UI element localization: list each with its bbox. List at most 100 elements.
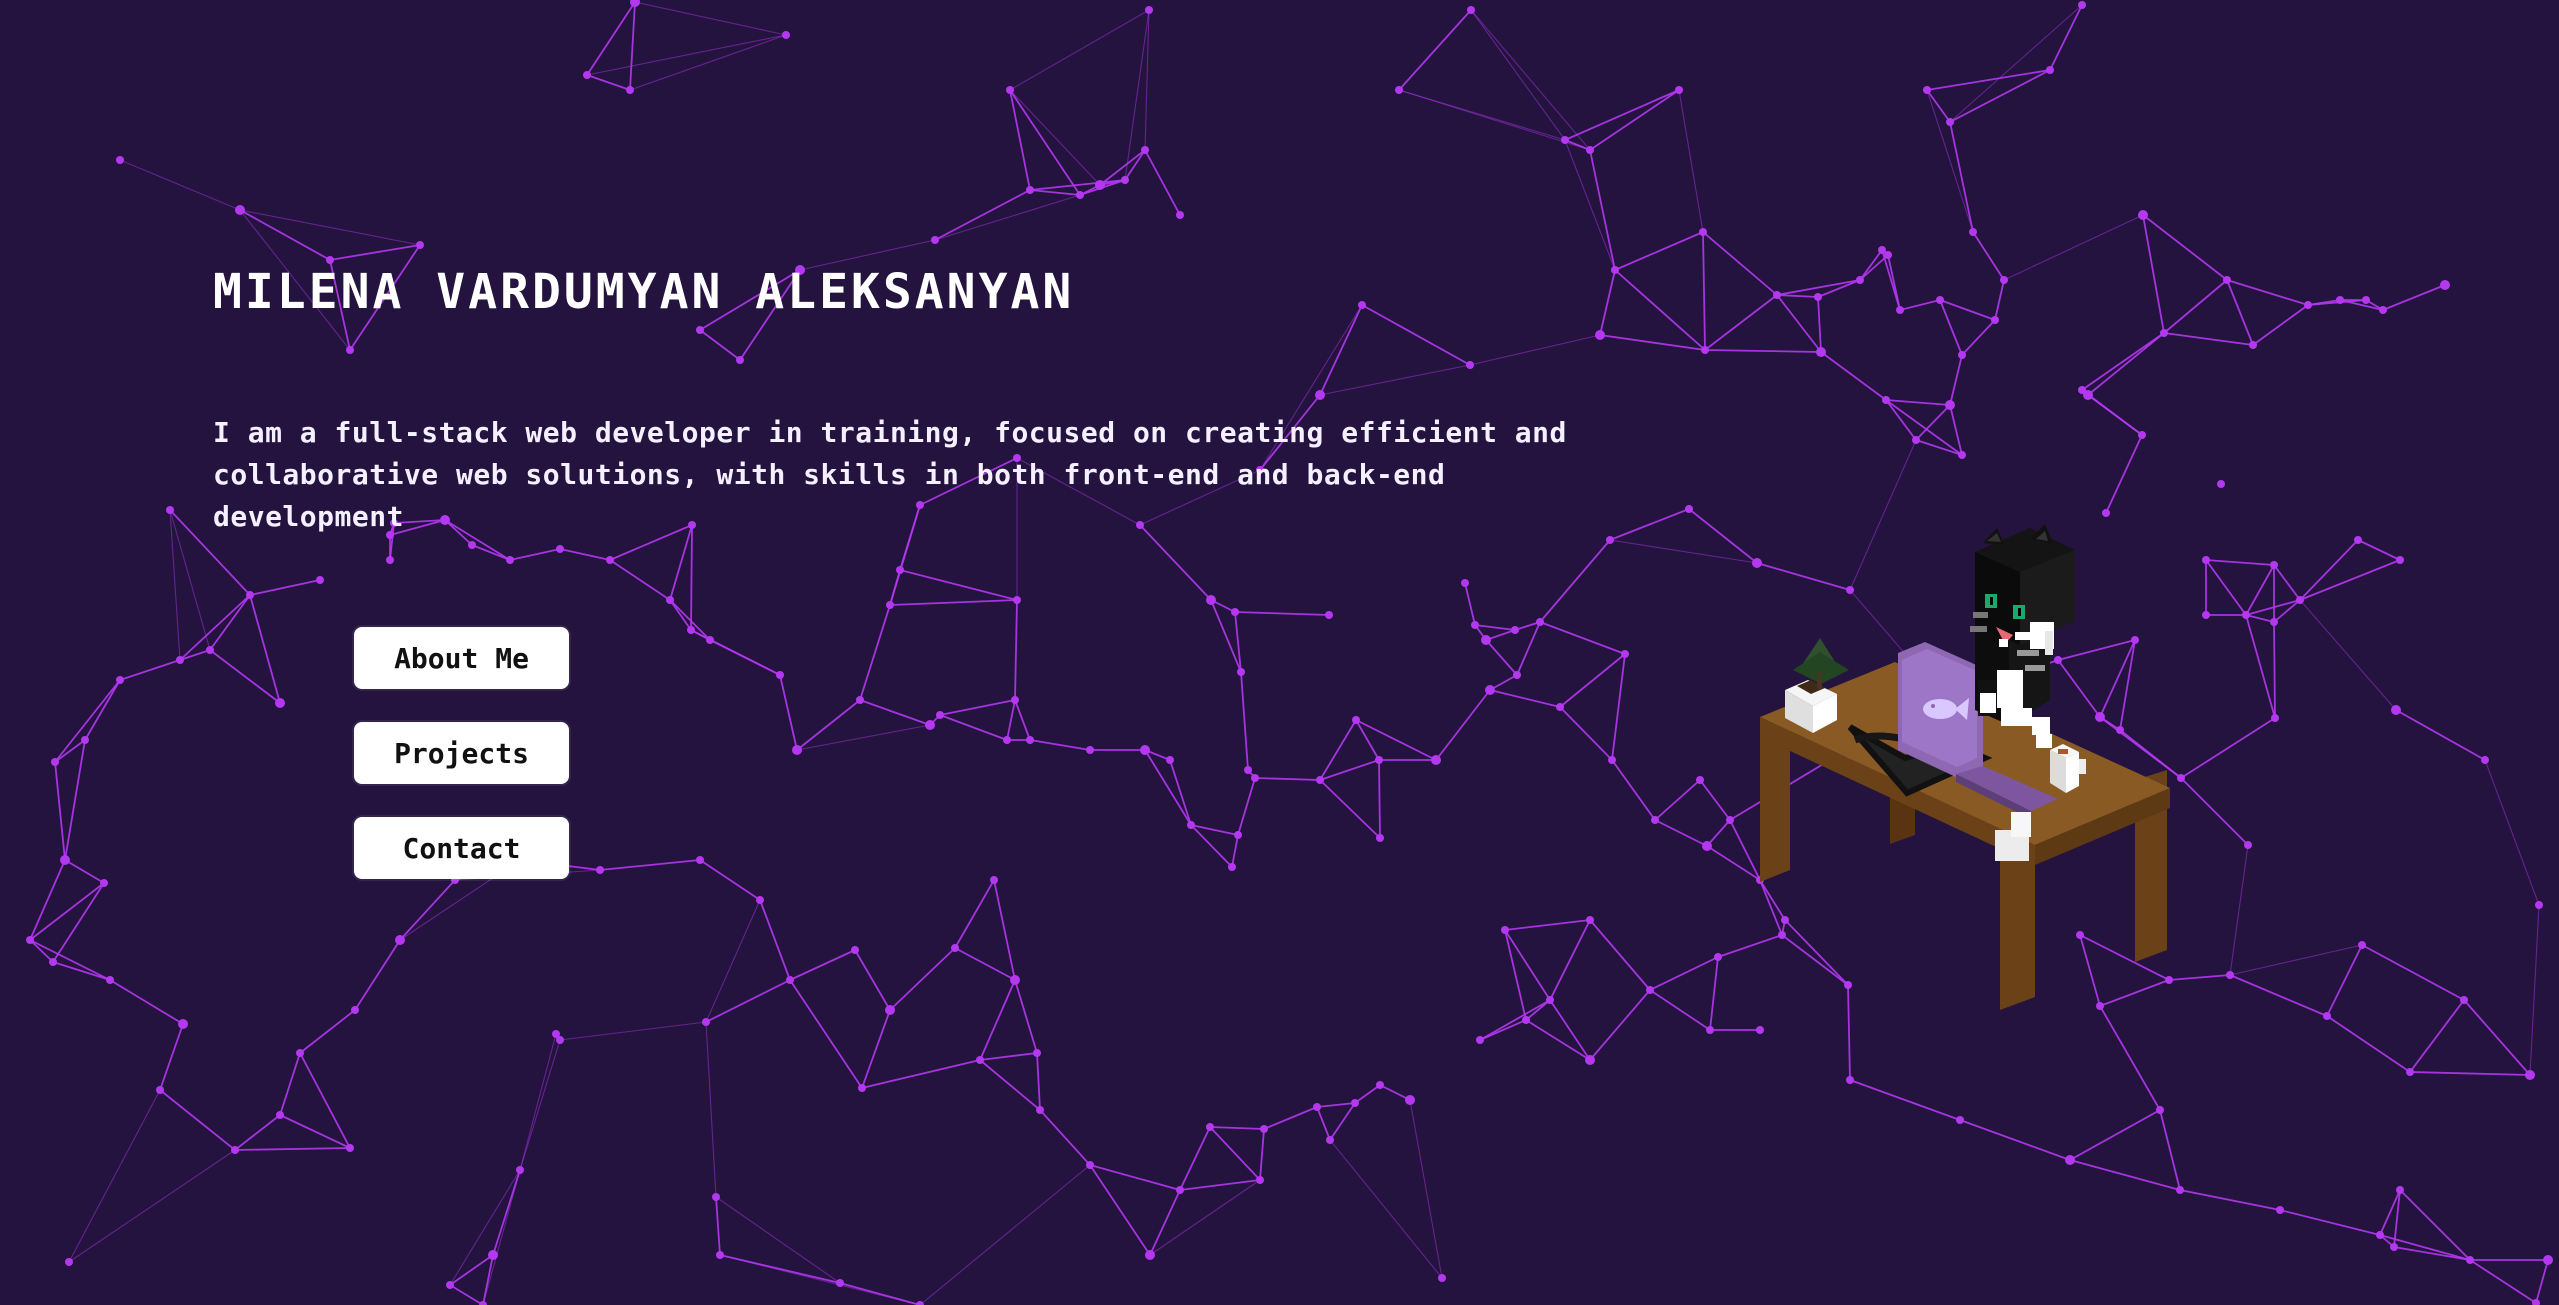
contact-button[interactable]: Contact [354,817,569,879]
network-node [506,556,514,564]
network-link [669,599,711,641]
network-node [1461,579,1469,587]
network-link [919,1164,1091,1305]
network-node [836,1279,844,1287]
network-link [2326,944,2363,1017]
network-node [100,879,108,887]
network-link [1961,319,1996,356]
network-node [2543,1255,2553,1265]
network-node [1325,611,1333,619]
network-link [1972,231,2005,281]
network-node [2376,1231,2384,1239]
network-link [2003,214,2144,281]
network-node [2217,480,2225,488]
network-link [1589,149,1616,271]
network-link [2469,1259,2537,1304]
network-link [1354,1084,1381,1104]
network-link [1435,689,1491,761]
network-link [1859,249,1883,281]
projects-button[interactable]: Projects [354,722,569,784]
network-link [1469,334,1601,366]
network-node [2102,509,2110,517]
network-link [705,1021,717,1198]
network-link [169,509,181,661]
network-node [1206,1123,1214,1131]
network-link [1489,689,1561,708]
network-link [789,949,856,981]
network-link [861,1009,891,1089]
network-node [156,1086,164,1094]
network-link [1704,349,1822,353]
network-node [2391,705,2401,715]
about-me-button[interactable]: About Me [354,627,569,689]
network-node [1856,276,1864,284]
network-node [1145,1250,1155,1260]
network-link [2339,299,2384,311]
network-node [2525,1070,2535,1080]
network-node [346,1144,354,1152]
network-node [386,556,394,564]
network-node [2176,1186,2184,1194]
network-link [1485,639,1518,676]
network-link [1820,351,1887,401]
network-node [1726,816,1734,824]
network-node [351,1006,359,1014]
network-node [1696,776,1704,784]
network-link [279,1052,301,1116]
network-link [586,74,631,91]
network-link [1504,919,1591,931]
network-link [979,1052,1038,1061]
network-link [1209,1126,1265,1130]
network-link [1559,653,1626,708]
network-node [516,1166,524,1174]
network-node [1522,1016,1530,1024]
network-node [2481,756,2489,764]
network-node [696,856,704,864]
network-link [64,739,86,861]
network-link [179,594,251,661]
network-link [1859,254,1889,281]
network-link [1029,189,1081,196]
network-node [81,736,89,744]
network-link [1994,279,2005,321]
network-link [1609,539,1758,564]
network-link [859,604,891,701]
network-link [1006,699,1016,741]
network-link [1849,1079,1961,1121]
network-link [2245,614,2276,719]
network-node [1166,756,1174,764]
network-node [1485,685,1495,695]
network-link [249,579,321,596]
network-node [776,671,784,679]
network-node [106,976,114,984]
network-link [1539,621,1626,655]
network-link [1611,759,1656,821]
cat-at-desk-illustration [1760,524,2170,1010]
network-link [29,859,66,941]
network-link [1649,989,1711,1031]
network-link [1231,834,1239,868]
network-node [231,1146,239,1154]
network-link [1516,621,1541,676]
network-node [1316,776,1324,784]
network-node [1513,671,1521,679]
network-node [1946,118,1954,126]
network-node [2460,996,2468,1004]
network-node [925,720,935,730]
network-link [1599,334,1706,351]
network-node [346,346,354,354]
network-link [719,1254,841,1284]
network-link [471,544,511,561]
network-node [1958,451,1966,459]
network-node [1438,1274,1446,1282]
network-node [736,356,744,364]
network-link [609,559,671,601]
network-link [954,879,995,949]
network-link [119,659,181,681]
network-node [1234,831,1242,839]
network-link [796,699,861,751]
network-link [1209,1126,1261,1181]
network-link [2382,284,2446,311]
network-link [1179,1126,1211,1191]
network-link [1915,439,1963,456]
